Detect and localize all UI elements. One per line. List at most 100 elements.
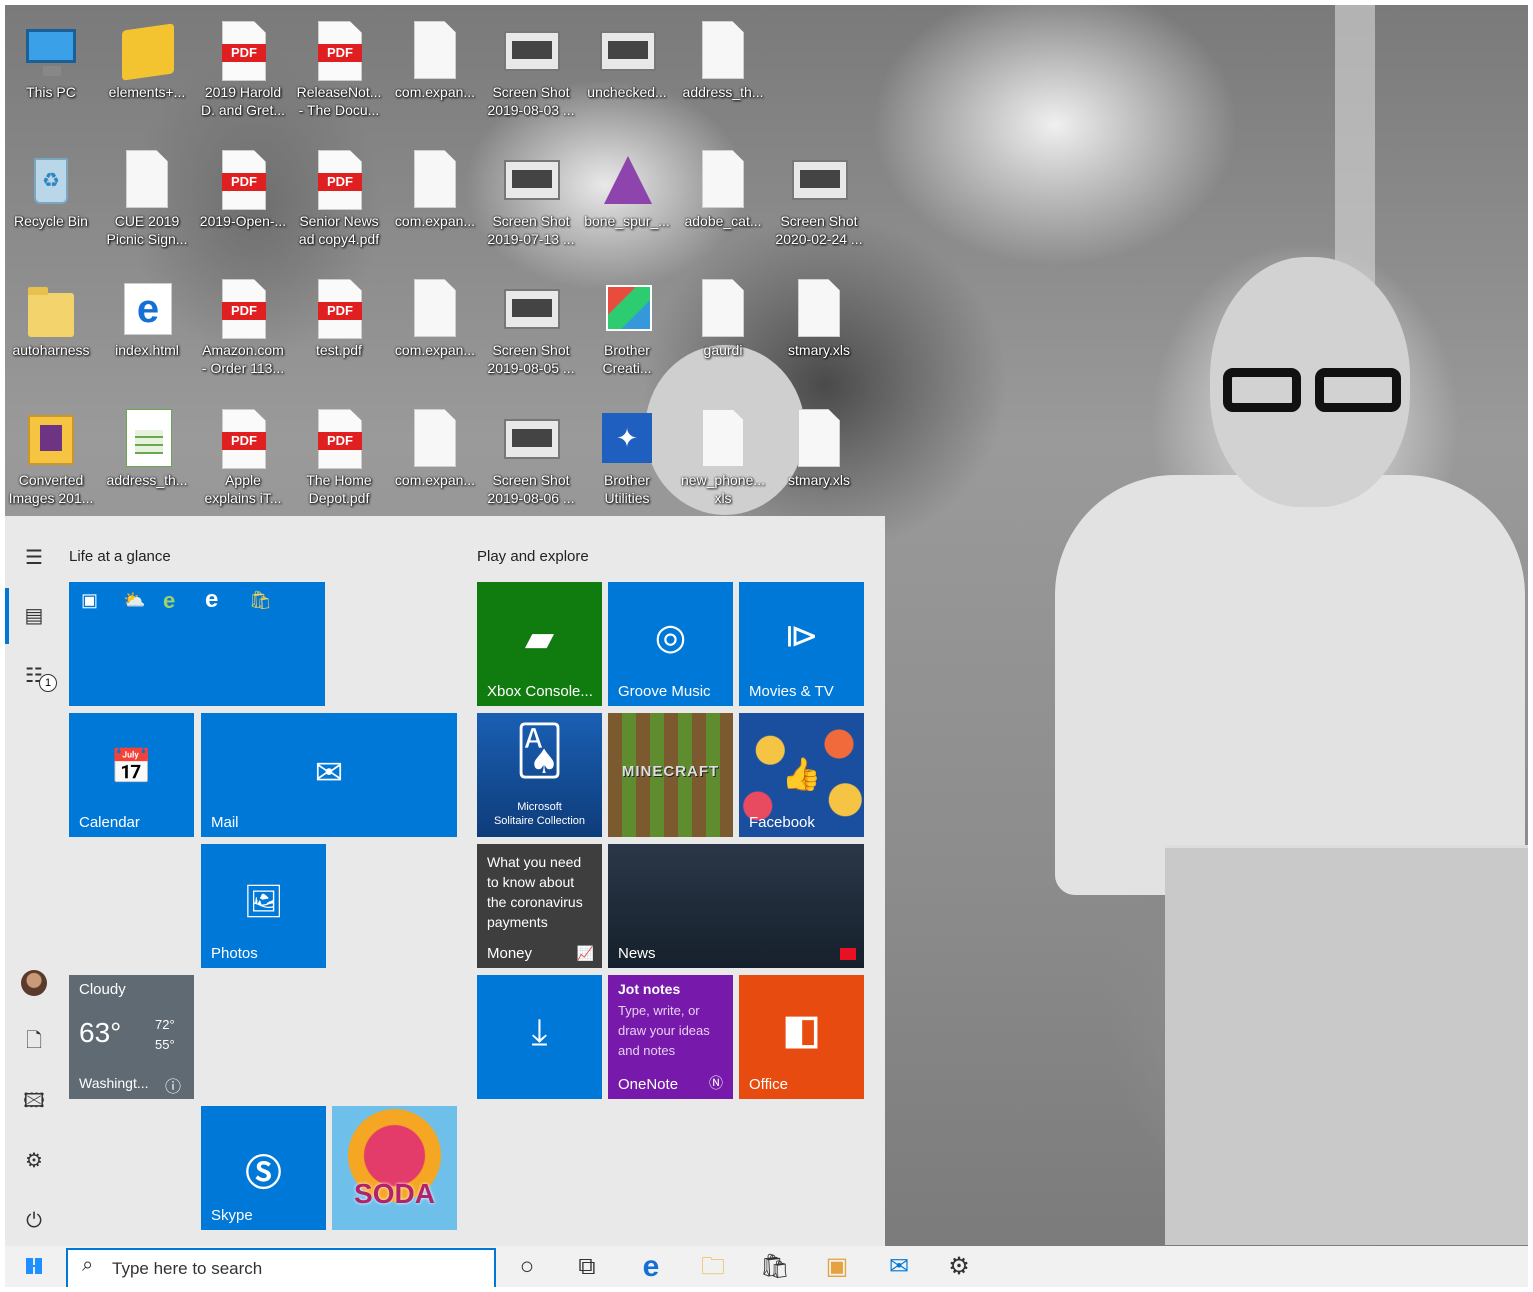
desktop-icon[interactable]: Screen Shot 2019-08-05 ... bbox=[485, 271, 577, 391]
tile-skype[interactable]: Ⓢ Skype bbox=[201, 1106, 326, 1230]
info-icon: ⓘ bbox=[165, 1079, 182, 1096]
tile-groove-music[interactable]: ◎ Groove Music bbox=[608, 582, 733, 706]
weather-temperature: 63° bbox=[79, 1017, 122, 1048]
tile-candy-crush-soda[interactable]: SODA bbox=[332, 1106, 457, 1230]
desktop-icon[interactable]: com.expan... bbox=[389, 401, 481, 521]
movies-play-icon: ⧐ bbox=[784, 617, 819, 655]
desktop-icon[interactable]: PDF Senior News ad copy4.pdf bbox=[293, 142, 385, 262]
edge-browser-icon[interactable]: e bbox=[631, 1250, 671, 1284]
desktop-icon[interactable]: com.expan... bbox=[389, 142, 481, 262]
desktop-icon-label: This PC bbox=[26, 84, 76, 100]
pdf-icon: PDF bbox=[312, 21, 366, 83]
tile-folder-apps[interactable]: ▣ ⛅ e e 🛍 bbox=[69, 582, 325, 706]
desktop-icon[interactable]: elements+... bbox=[101, 13, 193, 133]
desktop-icon[interactable]: CUE 2019 Picnic Sign... bbox=[101, 142, 193, 262]
desktop-icon[interactable]: autoharness bbox=[5, 271, 97, 391]
group-title-play-and-explore: Play and explore bbox=[477, 548, 589, 565]
tile-xbox-console[interactable]: ▰ Xbox Console... bbox=[477, 582, 602, 706]
tile-calendar[interactable]: 📅 Calendar bbox=[69, 713, 194, 837]
power-icon[interactable]: ⏻ bbox=[5, 1201, 63, 1241]
desktop-icon[interactable]: PDF test.pdf bbox=[293, 271, 385, 391]
settings-gear-icon[interactable]: ⚙ bbox=[939, 1250, 979, 1284]
weather-high: 72° bbox=[155, 1017, 175, 1032]
desktop-icon[interactable]: Screen Shot 2020-02-24 ... bbox=[773, 142, 865, 262]
documents-icon[interactable]: 🗋 bbox=[5, 1021, 63, 1061]
desktop-icon-label: elements+... bbox=[108, 84, 186, 100]
live-folder-badge: 1 bbox=[39, 674, 57, 692]
desktop-icon[interactable]: PDF The Home Depot.pdf bbox=[293, 401, 385, 521]
desktop-icon[interactable]: This PC bbox=[5, 13, 97, 133]
tile-mail[interactable]: ✉ Mail bbox=[201, 713, 457, 837]
image-icon bbox=[504, 150, 560, 212]
group-title-life-at-a-glance: Life at a glance bbox=[69, 548, 171, 565]
desktop-icon[interactable]: PDF ReleaseNot... - The Docu... bbox=[293, 13, 385, 133]
tile-downloads[interactable]: ⤓ bbox=[477, 975, 602, 1099]
tiles-view-icon[interactable]: ▤ bbox=[5, 596, 63, 636]
document-icon bbox=[408, 409, 462, 471]
desktop-icon[interactable]: address_th... bbox=[677, 13, 769, 133]
tile-minecraft[interactable]: MINECRAFT bbox=[608, 713, 733, 837]
edge-icon: e bbox=[205, 586, 219, 613]
document-icon bbox=[696, 279, 750, 341]
desktop-icon[interactable]: stmary.xls bbox=[773, 271, 865, 391]
mail-icon[interactable]: ✉ bbox=[879, 1250, 919, 1284]
tile-microsoft-solitaire[interactable]: 🂡 Microsoft Solitaire Collection bbox=[477, 713, 602, 837]
desktop-icon[interactable]: com.expan... bbox=[389, 13, 481, 133]
desktop-icon[interactable]: bone_spur_... bbox=[581, 142, 673, 262]
desktop-icon[interactable]: PDF Apple explains iT... bbox=[197, 401, 289, 521]
tile-photos[interactable]: 🖼 Photos bbox=[201, 844, 326, 968]
tile-label: Mail bbox=[211, 814, 239, 831]
desktop-icon[interactable]: Screen Shot 2019-08-03 ... bbox=[485, 13, 577, 133]
tile-label: Calendar bbox=[79, 814, 140, 831]
desktop-icon[interactable]: stmary.xls bbox=[773, 401, 865, 521]
all-apps-list-icon[interactable]: ☷ 1 bbox=[5, 656, 63, 696]
document-icon bbox=[408, 21, 462, 83]
image-icon bbox=[504, 21, 560, 83]
tile-money[interactable]: What you need to know about the coronavi… bbox=[477, 844, 602, 968]
task-view-icon[interactable]: ⧉ bbox=[567, 1250, 607, 1284]
desktop-icon[interactable]: Screen Shot 2019-07-13 ... bbox=[485, 142, 577, 262]
file-explorer-icon[interactable]: 🗀 bbox=[693, 1250, 733, 1284]
desktop-icon[interactable]: gaurdi bbox=[677, 271, 769, 391]
document-icon bbox=[408, 150, 462, 212]
desktop-icon-label: index.html bbox=[115, 342, 179, 358]
desktop-icon[interactable]: ✦ Brother Utilities bbox=[581, 401, 673, 521]
desktop-icon[interactable]: address_th... bbox=[101, 401, 193, 521]
tile-weather[interactable]: Cloudy 63° 72° 55° Washingt... ⓘ bbox=[69, 975, 194, 1099]
brother-creative-icon bbox=[600, 279, 654, 341]
user-avatar-icon[interactable] bbox=[5, 962, 63, 1002]
hamburger-menu-icon[interactable]: ☰ bbox=[5, 538, 63, 578]
settings-gear-icon[interactable]: ⚙ bbox=[5, 1141, 63, 1181]
desktop-icon[interactable]: adobe_cat... bbox=[677, 142, 769, 262]
tile-facebook[interactable]: 👍 Facebook bbox=[739, 713, 864, 837]
microsoft-store-icon[interactable]: 🛍 bbox=[755, 1250, 795, 1284]
desktop-icon[interactable]: com.expan... bbox=[389, 271, 481, 391]
document-icon bbox=[696, 150, 750, 212]
desktop-icon[interactable]: Recycle Bin bbox=[5, 142, 97, 262]
taskbar-search-box[interactable]: ⌕ bbox=[66, 1248, 496, 1287]
search-input[interactable] bbox=[112, 1255, 482, 1283]
onenote-body: Type, write, or draw your ideas and note… bbox=[618, 1003, 710, 1058]
weather-low: 55° bbox=[155, 1037, 175, 1052]
tile-office[interactable]: ◧ Office bbox=[739, 975, 864, 1099]
desktop-icon[interactable]: unchecked... bbox=[581, 13, 673, 133]
desktop-icon-label: The Home Depot.pdf bbox=[306, 472, 372, 506]
document-icon bbox=[696, 409, 750, 471]
pictures-icon[interactable]: 🖾 bbox=[5, 1081, 63, 1121]
desktop-icon[interactable]: PDF Amazon.com - Order 113... bbox=[197, 271, 289, 391]
tile-movies-tv[interactable]: ⧐ Movies & TV bbox=[739, 582, 864, 706]
media-player-icon[interactable]: ▣ bbox=[817, 1250, 857, 1284]
desktop-icon[interactable]: e index.html bbox=[101, 271, 193, 391]
desktop-icon[interactable]: PDF 2019-Open-... bbox=[197, 142, 289, 262]
desktop-icon[interactable]: Screen Shot 2019-08-06 ... bbox=[485, 401, 577, 521]
desktop-icon[interactable]: new_phone... xls bbox=[677, 401, 769, 521]
desktop-icon[interactable]: Brother Creati... bbox=[581, 271, 673, 391]
tile-news[interactable]: News bbox=[608, 844, 864, 968]
windows-start-button[interactable] bbox=[5, 1246, 63, 1287]
desktop-icon[interactable]: Converted Images 201... bbox=[5, 401, 97, 521]
tile-onenote[interactable]: Jot notes Type, write, or draw your idea… bbox=[608, 975, 733, 1099]
desktop-icon[interactable]: PDF 2019 Harold D. and Gret... bbox=[197, 13, 289, 133]
cortana-circle-icon[interactable]: ○ bbox=[507, 1250, 547, 1284]
candy-crush-logo: SODA bbox=[354, 1178, 435, 1209]
document-icon bbox=[792, 409, 846, 471]
